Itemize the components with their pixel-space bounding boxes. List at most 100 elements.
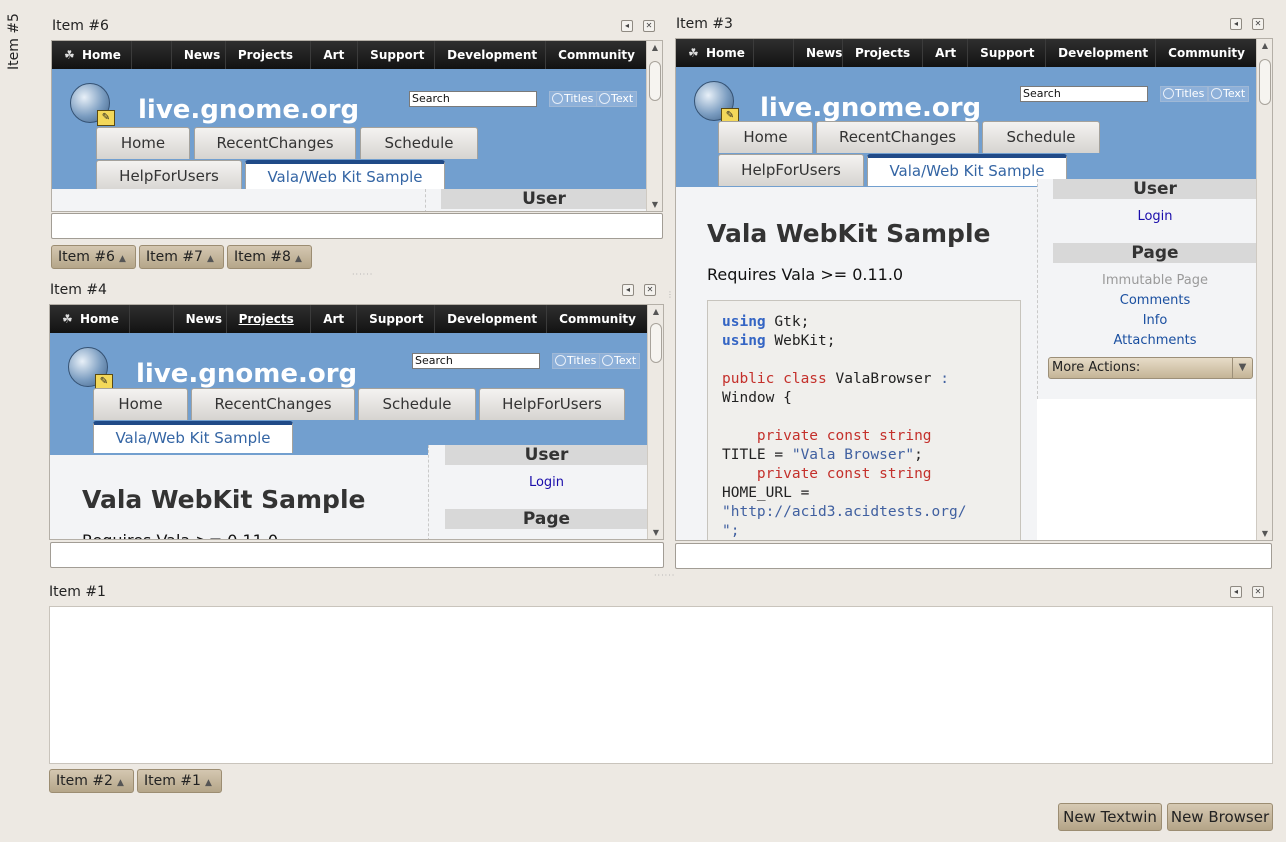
nav-projects[interactable]: Projects: [226, 41, 312, 69]
wiki-tab-recentchanges[interactable]: RecentChanges: [816, 121, 979, 153]
nav-news[interactable]: News: [172, 41, 226, 69]
titles-search-button[interactable]: Titles: [552, 353, 601, 369]
browser-view-item-6[interactable]: ☘ Home News Projects Art Support Developm…: [51, 40, 663, 212]
nav-projects[interactable]: Projects: [843, 39, 924, 67]
text-search-button[interactable]: Text: [1208, 86, 1250, 102]
text-entry-item-6[interactable]: [51, 213, 663, 239]
close-icon[interactable]: ✕: [644, 284, 656, 296]
text-entry-item-4[interactable]: [50, 542, 664, 568]
nav-projects[interactable]: Projects: [227, 305, 312, 333]
close-icon[interactable]: ✕: [643, 20, 655, 32]
wiki-tab-home[interactable]: Home: [718, 121, 813, 153]
info-link[interactable]: Info: [1053, 311, 1257, 331]
comments-link[interactable]: Comments: [1053, 291, 1257, 311]
browser-view-item-3[interactable]: ☘ Home News Projects Art Support Developm…: [675, 38, 1273, 541]
notebook-tab-item-2[interactable]: Item #2 ▲: [49, 769, 134, 793]
search-input[interactable]: Search: [409, 91, 537, 107]
search-input[interactable]: Search: [1020, 86, 1148, 102]
scroll-up-arrow-icon[interactable]: ▲: [648, 307, 663, 316]
text-search-button[interactable]: Text: [596, 91, 638, 107]
nav-home[interactable]: ☘ Home: [676, 39, 754, 67]
up-triangle-icon: ▲: [116, 778, 124, 788]
notebook-tab-item-6[interactable]: Item #6 ▲: [51, 245, 136, 269]
pane-grip-horizontal[interactable]: ······: [352, 270, 373, 279]
wiki-tab-home[interactable]: Home: [96, 127, 190, 159]
titles-search-button[interactable]: Titles: [1160, 86, 1209, 102]
iconify-icon[interactable]: ◂: [621, 20, 633, 32]
wiki-tab-recentchanges[interactable]: RecentChanges: [191, 388, 355, 420]
nav-support[interactable]: Support: [357, 305, 436, 333]
wiki-tab-helpforusers[interactable]: HelpForUsers: [96, 160, 242, 192]
wiki-tab-schedule[interactable]: Schedule: [358, 388, 476, 420]
wiki-tab-helpforusers[interactable]: HelpForUsers: [479, 388, 625, 420]
iconify-icon[interactable]: ◂: [1230, 586, 1242, 598]
nav-support[interactable]: Support: [968, 39, 1047, 67]
vertical-scrollbar[interactable]: ▲ ▼: [647, 305, 663, 539]
pane-grip-vertical[interactable]: ⋮: [666, 290, 675, 299]
browser-view-item-4[interactable]: ☘ Home News Projects Art Support Developm…: [49, 304, 664, 540]
dock-controls-item-3: ◂ ✕: [1230, 18, 1264, 30]
login-link[interactable]: Login: [445, 473, 648, 493]
pane-grip-horizontal[interactable]: ······: [654, 571, 675, 580]
nav-home[interactable]: ☘ Home: [52, 41, 132, 69]
wiki-tab-recentchanges[interactable]: RecentChanges: [194, 127, 356, 159]
wiki-tab-helpforusers[interactable]: HelpForUsers: [718, 154, 864, 186]
iconify-icon[interactable]: ◂: [622, 284, 634, 296]
scroll-up-arrow-icon[interactable]: ▲: [647, 43, 662, 52]
text-area-item-1[interactable]: [49, 606, 1273, 764]
text-entry-item-3[interactable]: [675, 543, 1272, 569]
nav-community[interactable]: Community: [1156, 39, 1257, 67]
wiki-tab-vala-webkit[interactable]: Vala/Web Kit Sample: [93, 421, 293, 453]
nav-art[interactable]: Art: [923, 39, 969, 67]
wiki-tab-schedule[interactable]: Schedule: [982, 121, 1100, 153]
search-input[interactable]: Search: [412, 353, 540, 369]
nav-news[interactable]: News: [174, 305, 227, 333]
scroll-thumb[interactable]: [649, 61, 661, 101]
scroll-down-arrow-icon[interactable]: ▼: [647, 200, 662, 209]
notebook-tab-item-8[interactable]: Item #8 ▲: [227, 245, 312, 269]
magnifier-icon: [1163, 88, 1174, 99]
sidebar: User Login Page Immutable Page Comments …: [1037, 179, 1257, 399]
vertical-scrollbar[interactable]: ▲ ▼: [1256, 39, 1272, 540]
attachments-link[interactable]: Attachments: [1053, 331, 1257, 351]
dock-controls-item-1: ◂ ✕: [1230, 586, 1264, 598]
more-actions-select[interactable]: More Actions: ▼: [1048, 357, 1253, 379]
magnifier-icon: [602, 355, 613, 366]
text-search-button[interactable]: Text: [599, 353, 641, 369]
nav-home[interactable]: ☘ Home: [50, 305, 130, 333]
up-triangle-icon: ▲: [206, 254, 214, 264]
notebook-tab-item-1[interactable]: Item #1 ▲: [137, 769, 222, 793]
nav-development[interactable]: Development: [1046, 39, 1157, 67]
scroll-up-arrow-icon[interactable]: ▲: [1257, 41, 1272, 50]
iconify-icon[interactable]: ◂: [1230, 18, 1242, 30]
gnome-nav-bar: ☘ Home News Projects Art Support Developm…: [52, 41, 647, 69]
nav-development[interactable]: Development: [435, 305, 548, 333]
wiki-tab-home[interactable]: Home: [93, 388, 188, 420]
gnome-globe-logo: ✎: [694, 81, 739, 124]
titles-search-button[interactable]: Titles: [549, 91, 598, 107]
nav-art[interactable]: Art: [311, 305, 358, 333]
new-textwin-button[interactable]: New Textwin: [1058, 803, 1162, 831]
nav-community[interactable]: Community: [547, 305, 648, 333]
login-link[interactable]: Login: [1053, 207, 1257, 227]
close-icon[interactable]: ✕: [1252, 586, 1264, 598]
nav-community[interactable]: Community: [546, 41, 647, 69]
nav-news[interactable]: News: [794, 39, 843, 67]
nav-support[interactable]: Support: [358, 41, 436, 69]
scroll-thumb[interactable]: [1259, 59, 1271, 105]
magnifier-icon: [555, 355, 566, 366]
scroll-down-arrow-icon[interactable]: ▼: [648, 528, 663, 537]
vertical-scrollbar[interactable]: ▲ ▼: [646, 41, 662, 211]
wiki-tab-schedule[interactable]: Schedule: [360, 127, 478, 159]
scroll-down-arrow-icon[interactable]: ▼: [1257, 529, 1272, 538]
nav-art[interactable]: Art: [311, 41, 359, 69]
notebook-tab-item-7[interactable]: Item #7 ▲: [139, 245, 224, 269]
site-header: ✎ live.gnome.org Search Titles Text Home…: [50, 333, 648, 455]
side-dock-item-5[interactable]: Item #5: [6, 13, 46, 84]
new-browser-button[interactable]: New Browser: [1167, 803, 1273, 831]
scroll-thumb[interactable]: [650, 323, 662, 363]
close-icon[interactable]: ✕: [1252, 18, 1264, 30]
site-header: ✎ live.gnome.org Search Titles Text Home…: [52, 69, 647, 192]
nav-development[interactable]: Development: [435, 41, 547, 69]
wiki-tab-vala-webkit[interactable]: Vala/Web Kit Sample: [245, 160, 445, 192]
